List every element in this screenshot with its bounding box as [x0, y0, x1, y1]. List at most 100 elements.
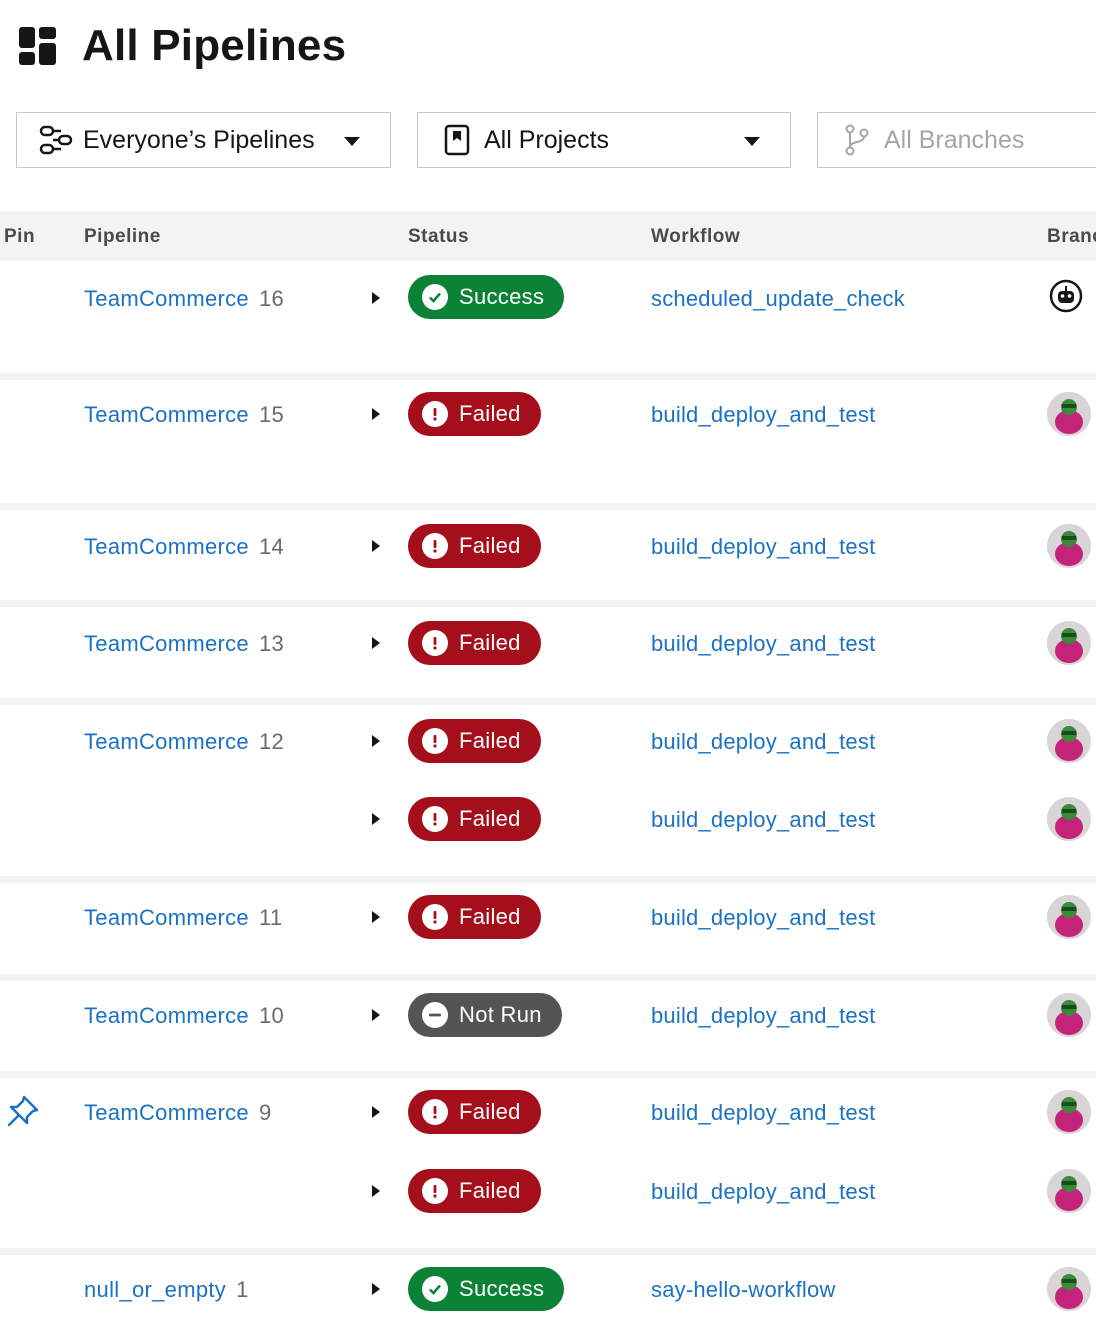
check-icon — [422, 1276, 448, 1302]
workflow-link[interactable]: build_deploy_and_test — [651, 905, 875, 931]
avatar — [1047, 993, 1091, 1037]
expand-arrow-icon[interactable] — [372, 1009, 380, 1021]
branch-icon — [840, 123, 874, 157]
alert-icon — [422, 806, 448, 832]
avatar — [1047, 719, 1091, 763]
status-badge: Success — [408, 1267, 565, 1311]
alert-icon — [422, 630, 448, 656]
column-header-pipeline: Pipeline — [84, 226, 161, 247]
filter-bar: Everyone’s Pipelines All Projects All Br… — [0, 112, 1096, 170]
row-separator — [0, 1248, 1096, 1255]
status-badge: Failed — [408, 524, 541, 568]
expand-arrow-icon[interactable] — [372, 292, 380, 304]
table-header: Pin Pipeline Status Workflow Branc — [0, 211, 1096, 261]
table-row: TeamCommerce 16 Success scheduled_update_… — [0, 262, 1096, 373]
status-badge: Failed — [408, 797, 541, 841]
workflow-link[interactable]: build_deploy_and_test — [651, 402, 875, 428]
table-row: TeamCommerce 15 Failed build_deploy_and_t… — [0, 380, 1096, 503]
expand-arrow-icon[interactable] — [372, 911, 380, 923]
status-badge: Failed — [408, 719, 541, 763]
pipelines-filter-dropdown[interactable]: Everyone’s Pipelines — [16, 112, 391, 168]
alert-icon — [422, 728, 448, 754]
projects-filter-dropdown[interactable]: All Projects — [417, 112, 791, 168]
avatar — [1047, 797, 1091, 841]
avatar — [1047, 392, 1091, 436]
row-separator — [0, 876, 1096, 883]
pipelines-filter-label: Everyone’s Pipelines — [83, 125, 315, 154]
expand-arrow-icon[interactable] — [372, 813, 380, 825]
alert-icon — [422, 1099, 448, 1125]
pipeline-link[interactable]: TeamCommerce 10 — [84, 1003, 284, 1029]
branches-filter-dropdown[interactable]: All Branches — [817, 112, 1096, 168]
workflow-link[interactable]: build_deploy_and_test — [651, 1003, 875, 1029]
table-row: TeamCommerce 13 Failed build_deploy_and_t… — [0, 607, 1096, 698]
expand-arrow-icon[interactable] — [372, 1185, 380, 1197]
row-separator — [0, 503, 1096, 510]
table-row: null_or_empty 1 Success say-hello-workflo… — [0, 1255, 1096, 1342]
pipeline-link[interactable]: TeamCommerce 9 — [84, 1100, 272, 1126]
avatar — [1047, 621, 1091, 665]
page-header: All Pipelines — [18, 21, 347, 70]
workflow-link[interactable]: build_deploy_and_test — [651, 1100, 875, 1126]
expand-arrow-icon[interactable] — [372, 735, 380, 747]
expand-arrow-icon[interactable] — [372, 1106, 380, 1118]
pipeline-link[interactable]: TeamCommerce 13 — [84, 631, 284, 657]
workflow-link[interactable]: build_deploy_and_test — [651, 534, 875, 560]
alert-icon — [422, 533, 448, 559]
avatar — [1047, 1267, 1091, 1311]
table-row: TeamCommerce 9 Failed build_deploy_and_te… — [0, 1078, 1096, 1248]
status-badge: Failed — [408, 1090, 541, 1134]
expand-arrow-icon[interactable] — [372, 408, 380, 420]
projects-filter-label: All Projects — [484, 125, 610, 154]
dashboard-icon — [19, 27, 56, 65]
expand-arrow-icon[interactable] — [372, 1283, 380, 1295]
table-row: TeamCommerce 11 Failed build_deploy_and_t… — [0, 883, 1096, 974]
avatar — [1047, 1169, 1091, 1213]
expand-arrow-icon[interactable] — [372, 540, 380, 552]
row-separator — [0, 373, 1096, 380]
column-header-workflow: Workflow — [651, 226, 741, 247]
column-header-branch: Branc — [1047, 226, 1096, 247]
pipeline-link[interactable]: TeamCommerce 11 — [84, 905, 282, 931]
pipeline-link[interactable]: TeamCommerce 12 — [84, 729, 284, 755]
status-badge: Failed — [408, 621, 541, 665]
row-separator — [0, 1071, 1096, 1078]
pipeline-link[interactable]: TeamCommerce 15 — [84, 402, 284, 428]
row-separator — [0, 974, 1096, 981]
avatar — [1047, 524, 1091, 568]
chevron-down-icon — [744, 137, 760, 146]
column-header-pin: Pin — [4, 226, 36, 247]
avatar — [1047, 895, 1091, 939]
status-badge: Not Run — [408, 993, 562, 1037]
status-badge: Failed — [408, 392, 541, 436]
workflow-link[interactable]: build_deploy_and_test — [651, 1179, 875, 1205]
workflow-link[interactable]: build_deploy_and_test — [651, 631, 875, 657]
pipeline-link[interactable]: TeamCommerce 14 — [84, 534, 284, 560]
pipelines-icon — [39, 123, 73, 157]
alert-icon — [422, 401, 448, 427]
alert-icon — [422, 904, 448, 930]
pipeline-link[interactable]: TeamCommerce 16 — [84, 286, 284, 312]
column-header-status: Status — [408, 226, 470, 247]
expand-arrow-icon[interactable] — [372, 637, 380, 649]
status-badge: Success — [408, 275, 565, 319]
workflow-link[interactable]: build_deploy_and_test — [651, 807, 875, 833]
alert-icon — [422, 1178, 448, 1204]
workflow-link[interactable]: say-hello-workflow — [651, 1277, 836, 1303]
bookmark-icon — [440, 123, 474, 157]
branches-filter-label: All Branches — [884, 125, 1025, 154]
check-icon — [422, 284, 448, 310]
row-separator — [0, 600, 1096, 607]
minus-circle-icon — [422, 1002, 448, 1028]
pipeline-link[interactable]: null_or_empty 1 — [84, 1277, 249, 1303]
page-title: All Pipelines — [82, 21, 347, 70]
chevron-down-icon — [344, 137, 360, 146]
status-badge: Failed — [408, 1169, 541, 1213]
row-separator — [0, 698, 1096, 705]
table-row: TeamCommerce 12 Failed build_deploy_and_t… — [0, 705, 1096, 876]
robot-icon — [1049, 279, 1083, 313]
pin-icon[interactable] — [6, 1094, 40, 1128]
workflow-link[interactable]: build_deploy_and_test — [651, 729, 875, 755]
workflow-link[interactable]: scheduled_update_check — [651, 286, 905, 312]
table-row: TeamCommerce 14 Failed build_deploy_and_t… — [0, 510, 1096, 600]
